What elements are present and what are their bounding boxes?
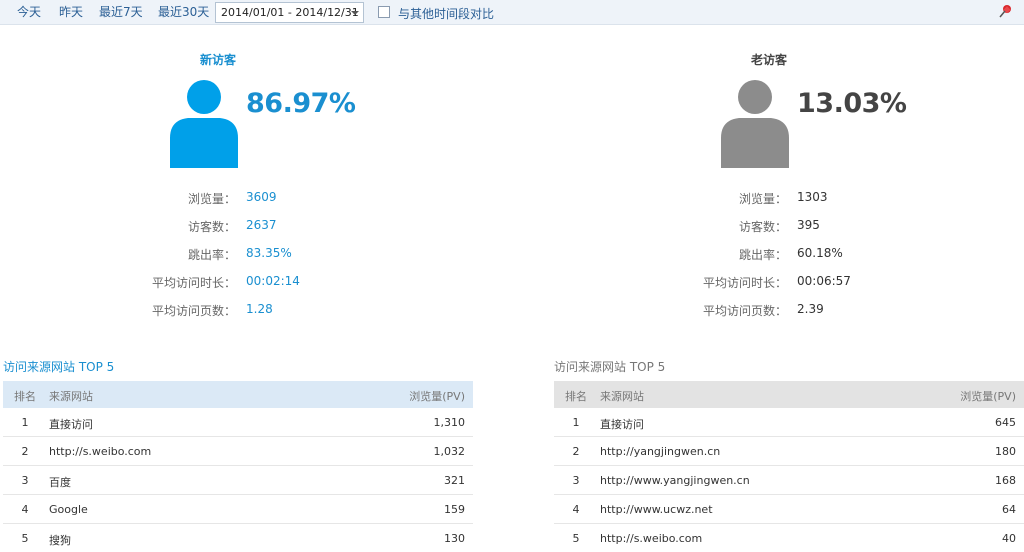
new-visitor-title: 新访客 xyxy=(199,53,236,67)
row-rank: 2 xyxy=(21,445,29,458)
stat-label: 跳出率： xyxy=(187,248,236,262)
table-row: 4 Google 159 xyxy=(3,495,473,524)
table-row: 1 直接访问 1,310 xyxy=(3,408,473,437)
stat-value: 83.35% xyxy=(246,246,292,260)
row-rank: 1 xyxy=(21,416,29,429)
row-pv: 168 xyxy=(995,474,1016,487)
header-source: 来源网站 xyxy=(49,390,93,403)
row-pv: 64 xyxy=(1002,503,1016,516)
stat-label: 访客数： xyxy=(738,220,787,234)
stat-label: 平均访问时长： xyxy=(151,276,236,290)
stat-value: 395 xyxy=(797,218,820,232)
date-range-value: 2014/01/01 - 2014/12/31 xyxy=(221,6,359,19)
row-rank: 3 xyxy=(572,474,580,487)
compare-label: 与其他时间段对比 xyxy=(398,7,495,21)
row-source: http://yangjingwen.cn xyxy=(600,445,721,458)
row-pv: 180 xyxy=(995,445,1016,458)
sources-table: 排名 来源网站 浏览量(PV) 1 直接访问 645 2 http://yang… xyxy=(554,381,1024,552)
chevron-down-icon xyxy=(351,11,359,15)
stat-value: 1303 xyxy=(797,190,828,204)
stat-label: 平均访问页数： xyxy=(702,304,787,318)
stat-label: 平均访问页数： xyxy=(151,304,236,318)
row-pv: 645 xyxy=(995,416,1016,429)
returning-visitor-title: 老访客 xyxy=(750,53,787,67)
stat-label: 跳出率： xyxy=(738,248,787,262)
stat-value: 2637 xyxy=(246,218,277,232)
row-source: http://www.ucwz.net xyxy=(600,503,713,516)
table-row: 2 http://s.weibo.com 1,032 xyxy=(3,437,473,466)
sources-table: 排名 来源网站 浏览量(PV) 1 直接访问 1,310 2 http://s.… xyxy=(3,381,473,552)
row-pv: 321 xyxy=(444,474,465,487)
stat-value: 60.18% xyxy=(797,246,843,260)
row-rank: 4 xyxy=(572,503,580,516)
user-icon xyxy=(170,80,238,168)
row-source: http://s.weibo.com xyxy=(600,532,703,545)
table-row: 4 http://www.ucwz.net 64 xyxy=(554,495,1024,524)
row-source: Google xyxy=(49,503,88,516)
header-rank: 排名 xyxy=(565,390,587,403)
row-pv: 1,032 xyxy=(433,445,466,458)
row-source: 百度 xyxy=(49,476,71,489)
last-7-days-button[interactable]: 最近7天 xyxy=(99,5,143,19)
row-rank: 1 xyxy=(572,416,580,429)
header-rank: 排名 xyxy=(14,390,36,403)
table-row: 3 http://www.yangjingwen.cn 168 xyxy=(554,466,1024,495)
header-pv: 浏览量(PV) xyxy=(409,390,465,403)
row-source: 搜狗 xyxy=(49,534,71,547)
stat-value: 00:02:14 xyxy=(246,274,300,288)
returning-visitor-percent: 13.03% xyxy=(797,88,907,119)
row-rank: 3 xyxy=(21,474,29,487)
row-pv: 159 xyxy=(444,503,465,516)
last-30-days-button[interactable]: 最近30天 xyxy=(158,5,209,19)
table-header: 排名 来源网站 浏览量(PV) xyxy=(3,381,473,408)
date-range-select[interactable]: 2014/01/01 - 2014/12/31 xyxy=(215,2,364,23)
row-pv: 40 xyxy=(1002,532,1016,545)
pin-icon[interactable] xyxy=(997,3,1015,21)
row-rank: 5 xyxy=(21,532,29,545)
table-row: 3 百度 321 xyxy=(3,466,473,495)
stat-label: 平均访问时长： xyxy=(702,276,787,290)
toolbar: 今天 昨天 最近7天 最近30天 2014/01/01 - 2014/12/31… xyxy=(0,0,1024,25)
sources-title: 访问来源网站 TOP 5 xyxy=(3,360,115,374)
stat-label: 访客数： xyxy=(187,220,236,234)
table-header: 排名 来源网站 浏览量(PV) xyxy=(554,381,1024,408)
stat-label: 浏览量： xyxy=(187,192,236,206)
row-pv: 1,310 xyxy=(433,416,466,429)
row-source: http://s.weibo.com xyxy=(49,445,152,458)
today-button[interactable]: 今天 xyxy=(17,5,41,19)
row-rank: 4 xyxy=(21,503,29,516)
row-rank: 2 xyxy=(572,445,580,458)
row-rank: 5 xyxy=(572,532,580,545)
table-row: 1 直接访问 645 xyxy=(554,408,1024,437)
header-pv: 浏览量(PV) xyxy=(960,390,1016,403)
user-icon xyxy=(721,80,789,168)
header-source: 来源网站 xyxy=(600,390,644,403)
table-row: 5 搜狗 130 xyxy=(3,524,473,552)
row-source: 直接访问 xyxy=(49,418,93,431)
table-row: 5 http://s.weibo.com 40 xyxy=(554,524,1024,552)
stat-value: 3609 xyxy=(246,190,277,204)
row-source: 直接访问 xyxy=(600,418,644,431)
sources-title: 访问来源网站 TOP 5 xyxy=(554,360,666,374)
stat-value: 2.39 xyxy=(797,302,824,316)
stat-value: 00:06:57 xyxy=(797,274,851,288)
row-source: http://www.yangjingwen.cn xyxy=(600,474,750,487)
stat-label: 浏览量： xyxy=(738,192,787,206)
stat-value: 1.28 xyxy=(246,302,273,316)
new-visitor-percent: 86.97% xyxy=(246,88,356,119)
row-pv: 130 xyxy=(444,532,465,545)
compare-checkbox[interactable] xyxy=(378,6,390,18)
table-row: 2 http://yangjingwen.cn 180 xyxy=(554,437,1024,466)
yesterday-button[interactable]: 昨天 xyxy=(59,5,83,19)
